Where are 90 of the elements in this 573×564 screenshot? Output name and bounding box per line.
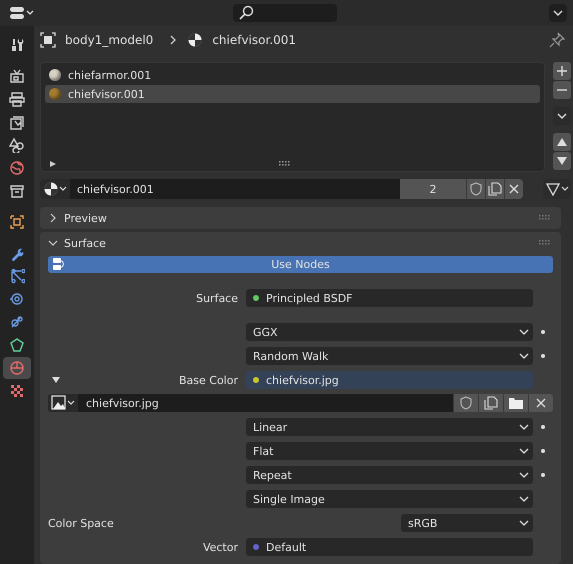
dropdown[interactable]: sRGB bbox=[401, 514, 533, 532]
dropdown[interactable]: GGX bbox=[246, 323, 533, 341]
keyframe-dot-icon[interactable] bbox=[541, 425, 545, 429]
dropdown[interactable]: Repeat bbox=[246, 466, 533, 484]
user-count-field[interactable]: 2 bbox=[400, 179, 466, 199]
slot-name: chiefarmor.001 bbox=[68, 68, 152, 82]
chevron-down-icon bbox=[519, 447, 529, 455]
printer-icon bbox=[9, 91, 25, 107]
chevron-down-icon bbox=[519, 495, 529, 503]
use-nodes-button[interactable]: Use Nodes bbox=[48, 256, 553, 273]
keyframe-dot-icon[interactable] bbox=[541, 473, 545, 477]
breadcrumb-item: chiefvisor.001 bbox=[212, 32, 296, 46]
socket-field[interactable]: chiefvisor.jpg bbox=[246, 371, 533, 389]
dropdown[interactable]: Random Walk bbox=[246, 347, 533, 365]
box-icon bbox=[9, 183, 25, 199]
search-field[interactable] bbox=[233, 4, 337, 22]
duplicate-button[interactable] bbox=[478, 394, 503, 412]
unlink-button[interactable] bbox=[528, 394, 553, 412]
chevron-down-icon bbox=[519, 471, 529, 479]
chevron-right-icon bbox=[168, 34, 178, 46]
panel-header[interactable]: Preview bbox=[40, 207, 561, 229]
close-icon bbox=[508, 183, 520, 195]
image-name-field[interactable]: chiefvisor.jpg bbox=[78, 394, 453, 412]
expand-triangle-icon[interactable] bbox=[49, 160, 57, 168]
drag-grip-icon[interactable] bbox=[539, 240, 551, 246]
triangle-down-icon bbox=[557, 157, 567, 165]
keyframe-dot-icon[interactable] bbox=[541, 449, 545, 453]
drag-grip-icon[interactable] bbox=[539, 215, 551, 221]
copy-icon bbox=[488, 182, 502, 196]
options-button[interactable] bbox=[549, 4, 567, 22]
slot-name: chiefvisor.001 bbox=[68, 88, 145, 100]
chevron-down-icon bbox=[552, 9, 564, 17]
socket-field[interactable]: Default bbox=[246, 538, 533, 556]
move-down-button[interactable] bbox=[553, 152, 571, 170]
field-label: Vector bbox=[202, 540, 238, 554]
fake-user-button[interactable] bbox=[466, 179, 485, 199]
chevron-down-icon bbox=[519, 328, 529, 336]
triangle-up-icon bbox=[557, 138, 567, 146]
globe-icon bbox=[9, 160, 25, 176]
socket-field[interactable]: Principled BSDF bbox=[246, 289, 533, 307]
panel-header[interactable]: Surface bbox=[40, 232, 561, 254]
field-label: Base Color bbox=[178, 374, 238, 386]
dropdown[interactable]: Single Image bbox=[246, 490, 533, 508]
shield-icon bbox=[469, 182, 483, 196]
keyframe-dot-icon[interactable] bbox=[541, 354, 545, 358]
tools-icon bbox=[9, 37, 25, 53]
shield-icon bbox=[459, 396, 473, 410]
node-menu-button[interactable] bbox=[543, 179, 571, 199]
editor-type-icon bbox=[9, 6, 35, 20]
image-icon bbox=[51, 395, 75, 411]
dropdown[interactable]: Linear bbox=[246, 418, 533, 436]
duplicate-button[interactable] bbox=[485, 179, 504, 199]
expand-triangle-icon[interactable] bbox=[52, 376, 60, 384]
keyframe-dot-icon[interactable] bbox=[541, 330, 545, 334]
material-slot[interactable]: chiefarmor.001 bbox=[45, 66, 540, 84]
chevron-icon bbox=[48, 213, 58, 223]
chevron-down-icon bbox=[519, 423, 529, 431]
chevron-down-icon bbox=[557, 112, 567, 120]
shapes-icon bbox=[9, 137, 25, 153]
open-file-button[interactable] bbox=[503, 394, 528, 412]
particles-icon bbox=[9, 268, 25, 284]
slot-menu-button[interactable] bbox=[553, 107, 571, 125]
dropdown[interactable]: Flat bbox=[246, 442, 533, 460]
breadcrumb-item: body1_model0 bbox=[65, 32, 154, 46]
material-sphere-icon bbox=[43, 181, 67, 197]
material-name-field[interactable]: chiefvisor.001 bbox=[70, 179, 400, 199]
copy-icon bbox=[484, 396, 498, 410]
node-tree-icon bbox=[52, 257, 66, 271]
close-icon bbox=[535, 397, 547, 409]
field-label: Color Space bbox=[48, 516, 115, 530]
remove-slot-button[interactable] bbox=[553, 81, 571, 99]
move-up-button[interactable] bbox=[553, 133, 571, 151]
object-icon bbox=[40, 32, 56, 48]
chevron-down-icon bbox=[519, 519, 529, 527]
images-icon bbox=[9, 114, 25, 130]
add-slot-button[interactable] bbox=[553, 62, 571, 80]
unlink-button[interactable] bbox=[504, 179, 523, 199]
pin-icon[interactable] bbox=[549, 32, 565, 48]
chevron-down-icon bbox=[519, 352, 529, 360]
checker-icon bbox=[9, 383, 25, 399]
material-sphere-icon bbox=[187, 32, 204, 48]
field-label: Surface bbox=[196, 292, 238, 304]
resize-grip-icon[interactable] bbox=[279, 161, 291, 167]
fake-user-button[interactable] bbox=[453, 394, 478, 412]
chevron-icon bbox=[48, 238, 58, 248]
search-icon bbox=[238, 5, 254, 21]
material-slot[interactable]: chiefvisor.001 bbox=[45, 85, 540, 103]
plus-icon bbox=[557, 66, 567, 76]
node-triangle-icon bbox=[545, 181, 569, 197]
folder-icon bbox=[508, 396, 524, 410]
